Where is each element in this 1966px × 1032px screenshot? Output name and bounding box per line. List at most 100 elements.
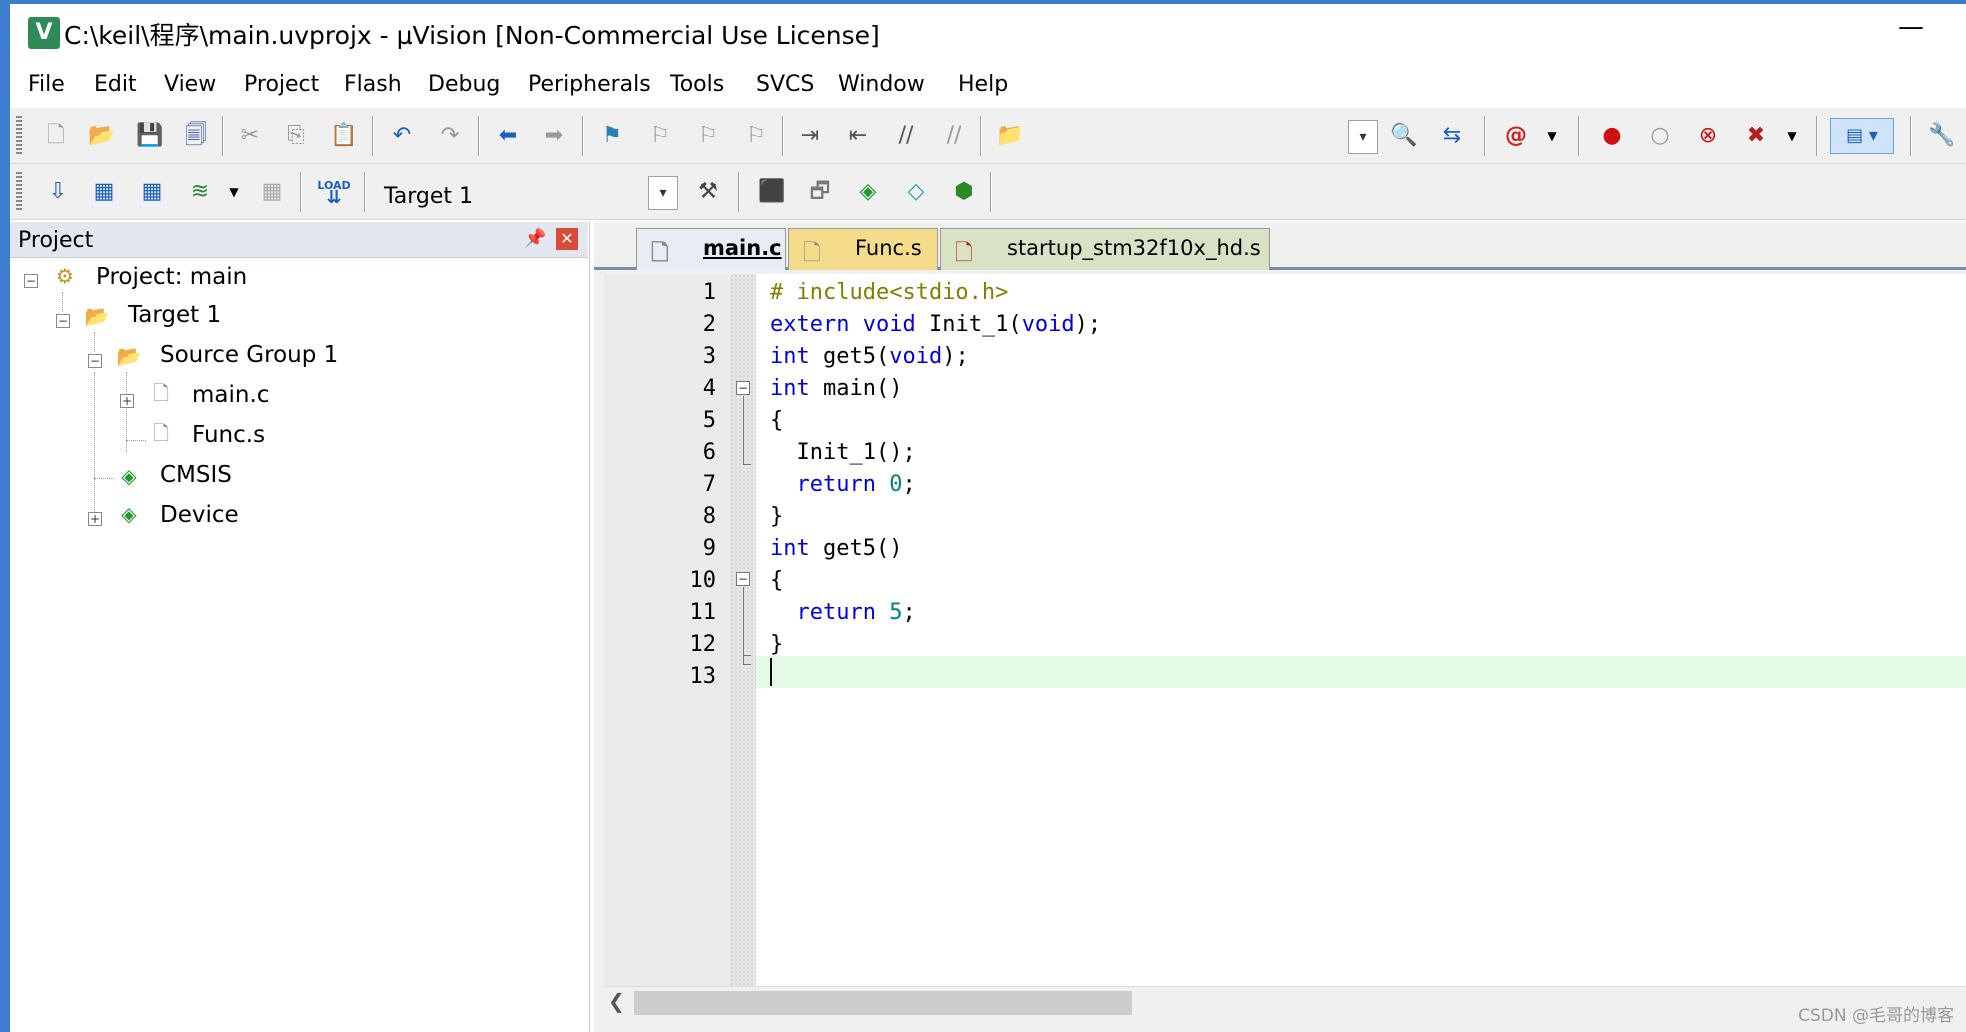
translate-icon[interactable]: ⇩ <box>40 174 76 210</box>
new-file-icon[interactable]: 🗋 <box>38 118 74 154</box>
unindent-icon[interactable]: ⇤ <box>840 118 876 154</box>
select-software-packs-icon[interactable]: ◈ <box>850 174 886 210</box>
close-icon[interactable]: ✕ <box>556 228 578 250</box>
expand-device-icon[interactable]: + <box>88 512 102 526</box>
code-line[interactable]: } <box>770 504 783 529</box>
tree-item-device[interactable]: Device <box>160 502 239 528</box>
tree-item-project[interactable]: Project: main <box>96 264 247 290</box>
menu-debug[interactable]: Debug <box>428 72 500 97</box>
open-file-icon[interactable]: 📂 <box>84 118 120 154</box>
cut-icon[interactable]: ✂ <box>232 118 268 154</box>
navigate-back-icon[interactable]: ⬅ <box>490 118 526 154</box>
clear-bookmarks-icon[interactable]: ⚐ <box>738 118 774 154</box>
redo-icon[interactable]: ↷ <box>432 118 468 154</box>
code-token: void <box>1021 312 1075 337</box>
code-line[interactable]: int get5(void); <box>770 344 969 369</box>
file-extensions-icon[interactable]: ⬛ <box>754 174 790 210</box>
tree-item-func-s[interactable]: Func.s <box>192 422 265 448</box>
copy-icon[interactable]: ⎘ <box>278 118 314 154</box>
collapse-project-icon[interactable]: − <box>24 274 38 288</box>
code-line[interactable]: return 5; <box>770 600 916 625</box>
menu-file[interactable]: File <box>28 72 65 97</box>
tree-item-cmsis[interactable]: CMSIS <box>160 462 232 488</box>
menu-flash[interactable]: Flash <box>344 72 402 97</box>
menu-peripherals[interactable]: Peripherals <box>528 72 651 97</box>
build-icon[interactable]: ▦ <box>86 174 122 210</box>
target-dropdown-icon[interactable]: ▾ <box>648 176 678 210</box>
pack-installer-icon[interactable]: ◇ <box>898 174 934 210</box>
horizontal-scrollbar[interactable]: ❮ <box>604 986 1966 1016</box>
menu-help[interactable]: Help <box>958 72 1008 97</box>
debug-session-icon[interactable]: @ <box>1498 118 1534 154</box>
save-icon[interactable]: 💾 <box>132 118 168 154</box>
line-number: 5 <box>702 408 716 433</box>
incremental-find-icon[interactable]: 🔍 <box>1386 118 1422 154</box>
download-icon[interactable]: LOAD ⇊ <box>316 174 352 210</box>
code-line[interactable]: int main() <box>770 376 902 401</box>
fold-toggle-icon[interactable]: − <box>736 381 750 395</box>
line-number: 1 <box>702 280 716 305</box>
configure-icon[interactable]: 🔧 <box>1924 118 1960 154</box>
undo-icon[interactable]: ↶ <box>384 118 420 154</box>
debug-dropdown-icon[interactable]: ▼ <box>1534 118 1570 154</box>
prev-bookmark-icon[interactable]: ⚐ <box>642 118 678 154</box>
window-layout-icon[interactable]: ▤ ▾ <box>1830 118 1894 154</box>
indent-icon[interactable]: ⇥ <box>792 118 828 154</box>
tab-startup-s[interactable]: 🗋 startup_stm32f10x_hd.s <box>940 228 1270 270</box>
toolbar-grip[interactable] <box>16 172 22 212</box>
code-line[interactable]: # include<stdio.h> <box>770 280 1008 305</box>
menu-tools[interactable]: Tools <box>670 72 724 97</box>
target-select-label[interactable]: Target 1 <box>384 184 473 209</box>
source-browser-icon[interactable]: ⇆ <box>1434 118 1470 154</box>
menu-window[interactable]: Window <box>838 72 925 97</box>
expand-file-icon[interactable]: + <box>120 394 134 408</box>
code-line[interactable]: extern void Init_1(void); <box>770 312 1101 337</box>
code-editor[interactable]: 1 2 3 4 5 6 7 8 9 10 11 12 13 # include<stdio.h> exte… <box>604 274 1966 986</box>
code-line[interactable]: Init_1(); <box>770 440 915 465</box>
collapse-target-icon[interactable]: − <box>56 314 70 328</box>
bookmark-icon[interactable]: ⚑ <box>594 118 630 154</box>
navigate-forward-icon[interactable]: ➡ <box>536 118 572 154</box>
toolbar-grip[interactable] <box>16 116 22 156</box>
disable-all-breakpoints-icon[interactable]: ⊗ <box>1690 118 1726 154</box>
toolbar-separator <box>738 172 740 212</box>
kill-all-breakpoints-icon[interactable]: ✖ <box>1738 118 1774 154</box>
menu-project[interactable]: Project <box>244 72 319 97</box>
batch-build-dropdown-icon[interactable]: ▼ <box>216 174 252 210</box>
pin-icon[interactable]: 📌 <box>524 228 546 249</box>
menu-edit[interactable]: Edit <box>94 72 137 97</box>
fold-toggle-icon[interactable]: − <box>736 572 750 586</box>
scrollbar-thumb[interactable] <box>634 991 1132 1015</box>
tab-func-s[interactable]: 🗋 Func.s <box>788 228 938 270</box>
disable-breakpoint-icon[interactable]: ○ <box>1642 118 1678 154</box>
minimize-button[interactable]: — <box>1896 14 1926 44</box>
tree-item-source-group[interactable]: Source Group 1 <box>160 342 338 368</box>
breakpoint-dropdown-icon[interactable]: ▼ <box>1774 118 1810 154</box>
manage-components-icon[interactable]: 🗗 <box>802 174 838 210</box>
code-line[interactable]: return 0; <box>770 472 916 497</box>
breakpoint-icon[interactable]: ● <box>1594 118 1630 154</box>
target-options-icon[interactable]: ⚒ <box>690 174 726 210</box>
code-line[interactable]: int get5() <box>770 536 902 561</box>
uncomment-icon[interactable]: // <box>936 118 972 154</box>
next-bookmark-icon[interactable]: ⚐ <box>690 118 726 154</box>
paste-icon[interactable]: 📋 <box>326 118 362 154</box>
code-line[interactable]: { <box>770 408 783 433</box>
code-line[interactable]: { <box>770 568 783 593</box>
scroll-left-icon[interactable]: ❮ <box>608 989 625 1013</box>
comment-icon[interactable]: // <box>888 118 924 154</box>
rebuild-icon[interactable]: ▦ <box>134 174 170 210</box>
collapse-group-icon[interactable]: − <box>88 354 102 368</box>
save-all-icon[interactable]: 🗐 <box>178 118 214 154</box>
menu-svcs[interactable]: SVCS <box>756 72 814 97</box>
menu-view[interactable]: View <box>164 72 216 97</box>
code-line[interactable]: } <box>770 632 783 657</box>
pack-manager-icon[interactable]: ⬢ <box>946 174 982 210</box>
tree-item-main-c[interactable]: main.c <box>192 382 269 408</box>
tree-item-target[interactable]: Target 1 <box>128 302 221 328</box>
find-combo-dropdown-icon[interactable]: ▾ <box>1348 120 1378 154</box>
tab-main-c[interactable]: 🗋 main.c <box>636 228 786 270</box>
batch-build-icon[interactable]: ≋ <box>182 174 218 210</box>
stop-build-icon[interactable]: ▦ <box>254 174 290 210</box>
find-in-files-icon[interactable]: 📁 <box>992 118 1028 154</box>
